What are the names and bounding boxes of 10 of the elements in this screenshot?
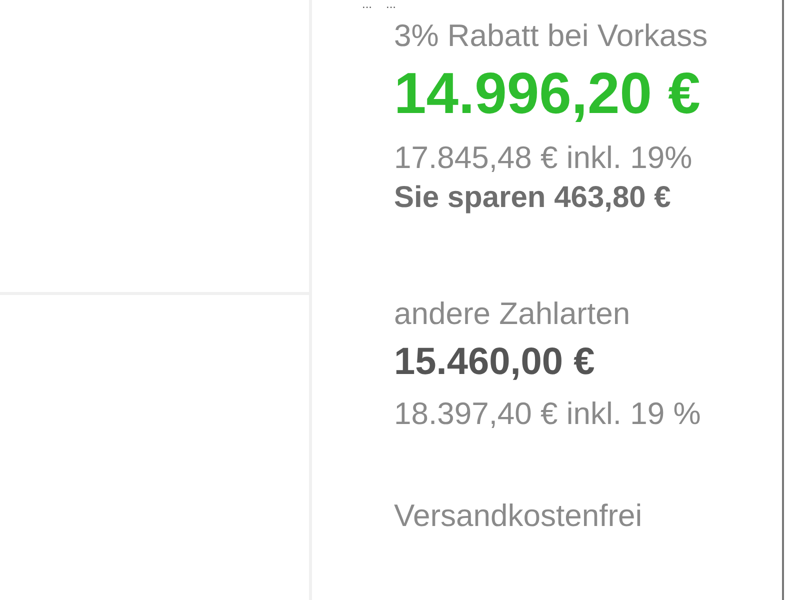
ellipsis-text: ... [386,0,396,10]
standard-price: 15.460,00 € [394,340,596,384]
gross-price: 17.845,48 € inkl. 19% [394,140,694,176]
prepayment-price: 14.996,20 € [394,62,702,126]
savings-text: Sie sparen 463,80 € [394,180,672,216]
discount-label: 3% Rabatt bei Vorkass [394,18,709,54]
shipping-label: Versandkostenfrei [394,498,644,534]
payment-label: andere Zahlarten [394,296,632,332]
gross-price: 18.397,40 € inkl. 19 % [394,396,702,432]
ellipsis-text: ... [362,0,372,10]
